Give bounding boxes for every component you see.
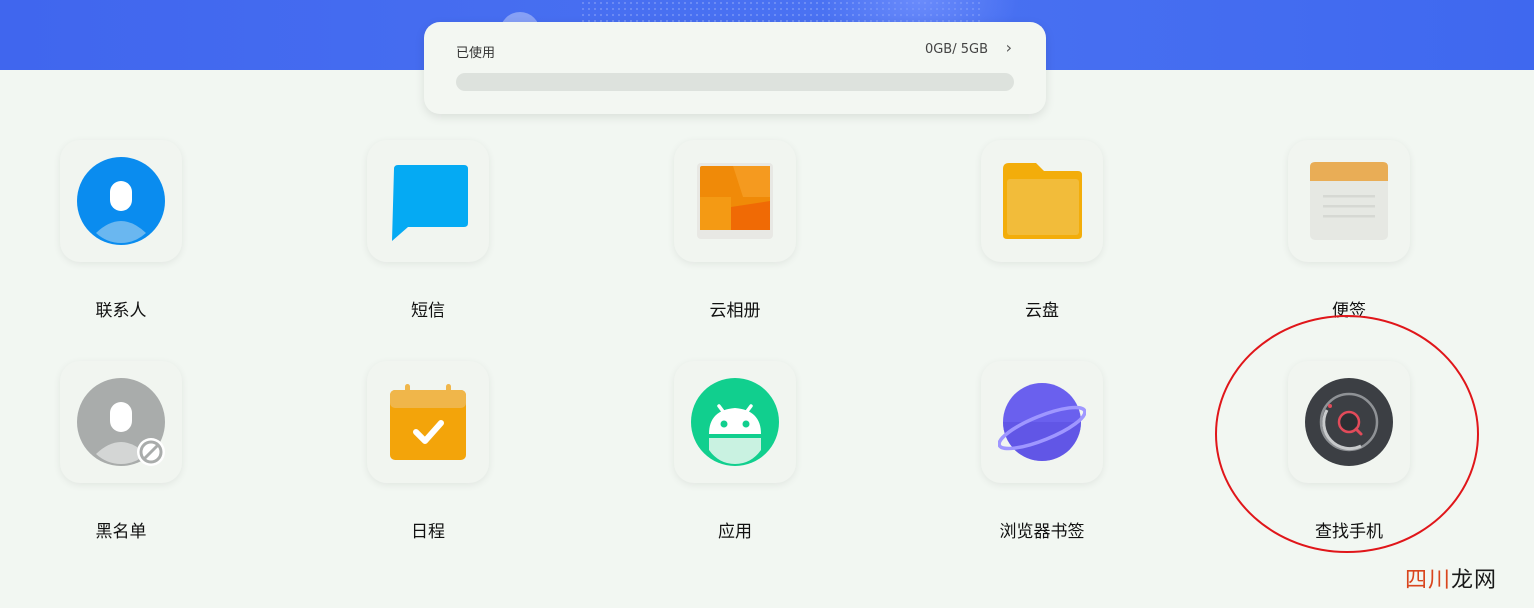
watermark-part-2: 龙网 [1451,567,1498,592]
watermark-part-1: 四川 [1405,567,1452,592]
cloud-album-icon [697,163,773,239]
cloud-drive-icon [1003,163,1082,239]
cloud-album-tile[interactable] [674,140,796,262]
blacklist-icon [77,378,165,466]
app-label: 黑名单 [95,522,147,542]
watermark-logo: 四川龙网 [1405,562,1497,594]
app-label: 云相册 [709,301,761,321]
app-label: 应用 [718,522,752,542]
messages-tile[interactable] [367,140,489,262]
notes-tile[interactable] [1288,140,1410,262]
contacts-tile[interactable] [60,140,182,262]
browser-bookmarks-icon [998,383,1086,461]
highlight-annotation-circle [1215,315,1479,553]
contacts-icon [77,157,165,245]
cloud-drive-tile[interactable] [981,140,1103,262]
app-label: 浏览器书签 [999,522,1085,542]
storage-usage-card[interactable]: 已使用 0GB/ 5GB › [424,22,1046,114]
calendar-icon [390,384,466,460]
apps-tile[interactable] [674,361,796,483]
blacklist-tile[interactable] [60,361,182,483]
app-label: 短信 [411,301,445,321]
app-label: 联系人 [95,301,147,321]
storage-used-label: 已使用 [456,46,496,61]
storage-progress-bar [456,73,1014,91]
storage-used-value: 0GB/ 5GB [924,42,988,57]
notes-icon [1310,162,1388,240]
app-label: 日程 [411,522,445,542]
messages-icon [392,165,468,241]
app-label: 云盘 [1025,301,1059,321]
browser-bookmarks-tile[interactable] [981,361,1103,483]
chevron-right-icon[interactable]: › [1006,38,1012,57]
calendar-tile[interactable] [367,361,489,483]
android-apps-icon [691,378,779,466]
